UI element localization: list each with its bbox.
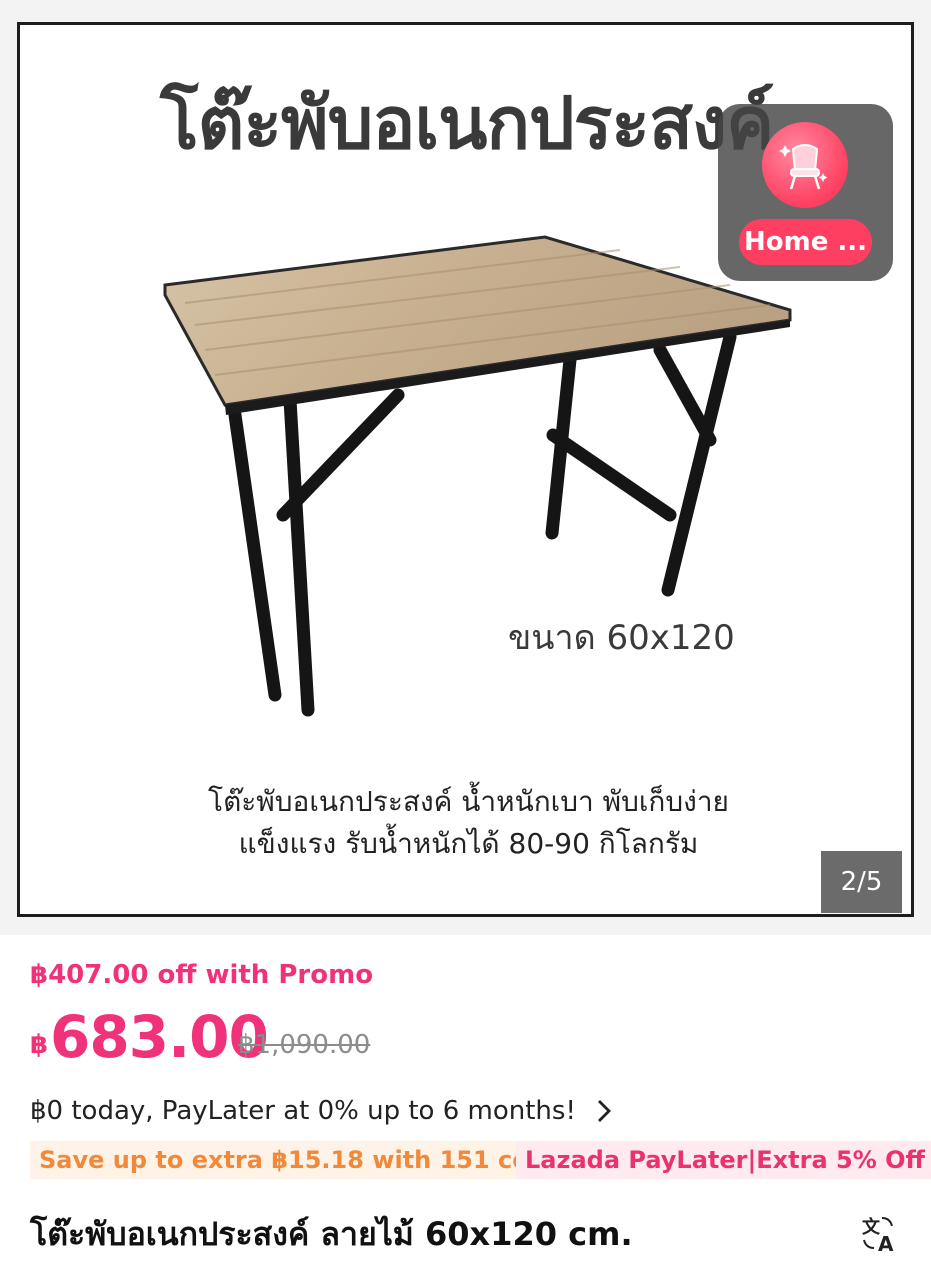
promo-text: ฿407.00 off with Promo: [30, 960, 374, 990]
currency-symbol: ฿: [30, 1030, 49, 1060]
translate-icon[interactable]: 文 A: [858, 1212, 902, 1256]
image-description-line-2: แข็งแรง รับน้ำหนักได้ 80-90 กิโลกรัม: [238, 827, 699, 860]
store-badge-label: Home ...: [739, 219, 872, 265]
paylater-discount-tag[interactable]: Lazada PayLater|Extra 5% Off: [516, 1141, 931, 1179]
chevron-right-icon: [596, 1098, 612, 1124]
current-price: 683.00: [50, 1003, 269, 1071]
original-price: ฿1,090.00: [238, 1030, 371, 1060]
svg-text:A: A: [878, 1232, 894, 1254]
image-counter: 2/5: [821, 851, 902, 913]
paylater-offer-text: ฿0 today, PayLater at 0% up to 6 months!: [30, 1096, 576, 1126]
chair-icon: [762, 122, 848, 208]
image-title-text: โต๊ะพับอเนกประสงค์: [160, 81, 774, 165]
product-gallery[interactable]: โต๊ะพับอเนกประสงค์ ขนาด 60x120 โต๊ะพับอเ…: [0, 0, 931, 935]
image-size-text: ขนาด 60x120: [508, 618, 735, 658]
product-title: โต๊ะพับอเนกประสงค์ ลายไม้ 60x120 cm.: [30, 1215, 633, 1253]
image-description-line-1: โต๊ะพับอเนกประสงค์ น้ำหนักเบา พับเก็บง่า…: [208, 785, 729, 818]
store-badge[interactable]: Home ...: [718, 104, 893, 281]
paylater-offer[interactable]: ฿0 today, PayLater at 0% up to 6 months!: [30, 1093, 670, 1129]
coins-tag[interactable]: Save up to extra ฿15.18 with 151 coins: [30, 1141, 578, 1179]
